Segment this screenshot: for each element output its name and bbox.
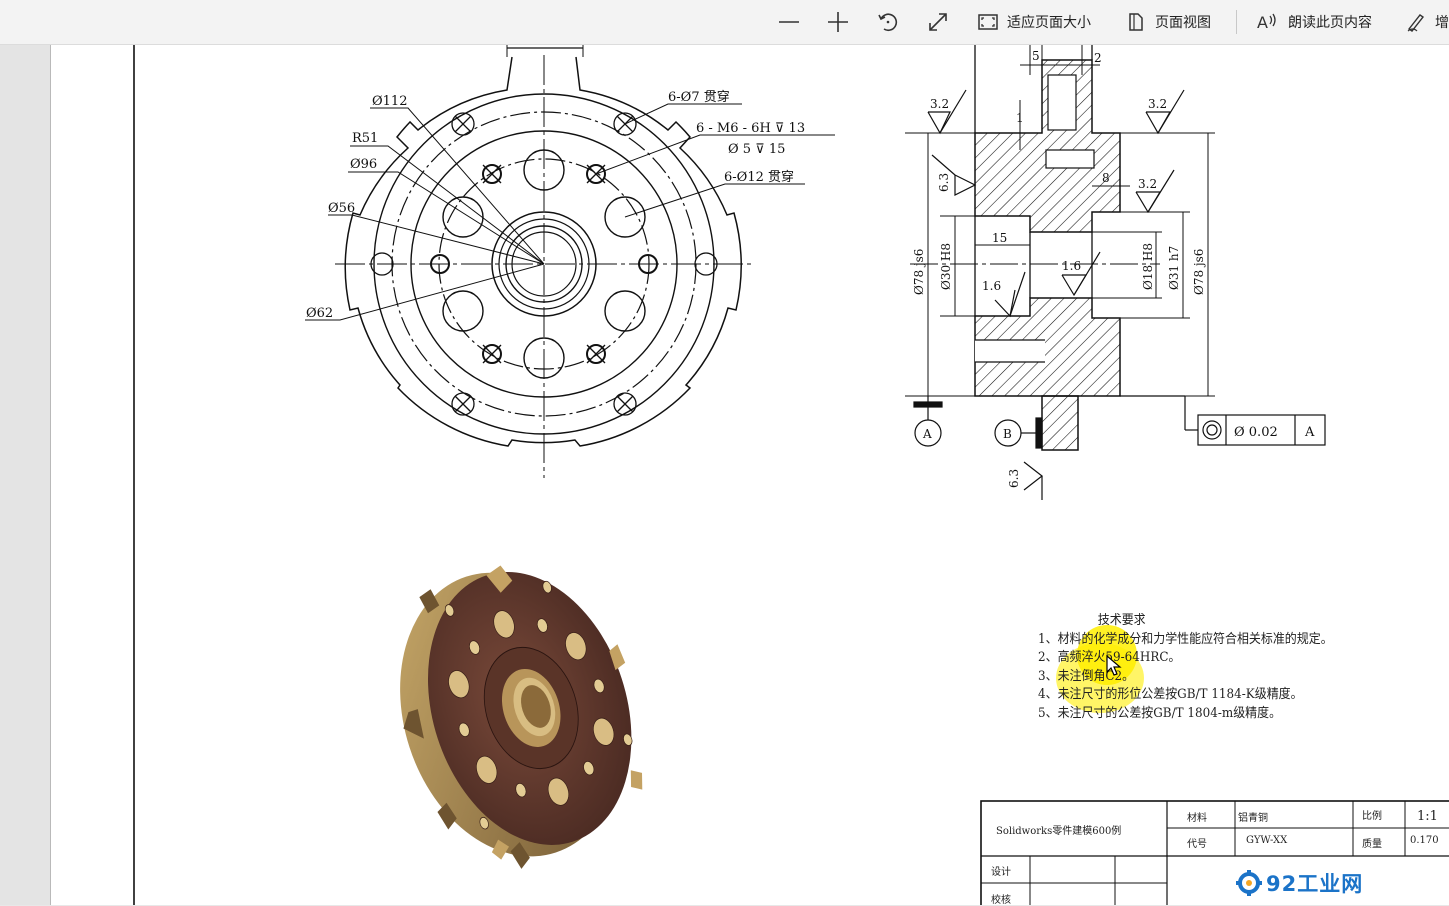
zoom-in-button[interactable] — [826, 0, 850, 44]
mass-value: 0.170 — [1410, 835, 1439, 846]
dim-r51: R51 — [352, 131, 378, 146]
code-value: GYW-XX — [1246, 835, 1288, 846]
expand-icon — [929, 13, 947, 31]
code-label: 代号 — [1187, 839, 1207, 850]
dim-56: Ø56 — [328, 201, 355, 216]
rotate-button[interactable] — [876, 0, 900, 44]
annotate-button[interactable]: 增 — [1405, 0, 1449, 44]
scale-value: 1:1 — [1417, 809, 1438, 824]
page-view-button[interactable]: 页面视图 — [1125, 0, 1211, 44]
material-label: 材料 — [1187, 813, 1207, 824]
fit-page-icon — [978, 14, 998, 30]
tech-requirements: 技术要求 1、材料的化学成分和力学性能应符合相关标准的规定。 2、高频淬火59-… — [1038, 612, 1333, 724]
viewer-toolbar: 适应页面大小 页面视图 A 朗读此页内容 增 — [0, 0, 1449, 45]
note-holes-7: 6-Ø7 贯穿 — [668, 89, 730, 105]
dim-phi78-right: Ø78 js6 — [1192, 249, 1206, 295]
viewer-left-gutter — [0, 45, 51, 905]
read-aloud-label: 朗读此页内容 — [1288, 15, 1372, 31]
material-value: 铝青铜 — [1238, 813, 1268, 824]
note-holes-12: 6-Ø12 贯穿 — [724, 169, 794, 185]
read-aloud-icon: A — [1257, 13, 1276, 32]
dim-top-left: 5 — [1032, 49, 1040, 63]
toolbar-divider — [1236, 10, 1237, 34]
dim-outer: Ø112 — [372, 94, 407, 109]
roughness-mid: 3.2 — [1138, 177, 1157, 191]
dim-phi78-left: Ø78 js6 — [912, 249, 926, 295]
part-3d-render — [400, 565, 643, 869]
pdf-page: Ø112 R51 Ø96 Ø56 Ø62 6-Ø7 贯穿 6 - M6 - 6H… — [51, 45, 1449, 906]
front-view — [305, 45, 835, 478]
pen-icon — [1407, 14, 1425, 32]
plus-icon — [828, 12, 848, 32]
tolerance-value: Ø 0.02 — [1234, 425, 1278, 440]
tech-item-1: 1、材料的化学成分和力学性能应符合相关标准的规定。 — [1038, 631, 1333, 647]
fit-page-button[interactable]: 适应页面大小 — [977, 0, 1091, 44]
dim-phi31: Ø31 h7 — [1167, 246, 1181, 290]
read-aloud-button[interactable]: A 朗读此页内容 — [1256, 0, 1372, 44]
tech-item-3: 3、未注倒角C2。 — [1038, 668, 1135, 684]
roughness-16-left: 1.6 — [982, 279, 1001, 293]
roughness-left: 3.2 — [930, 97, 949, 111]
dim-8: 8 — [1102, 171, 1110, 185]
roughness-63: 6.3 — [937, 173, 951, 192]
tolerance-datum: A — [1304, 425, 1315, 440]
fullscreen-button[interactable] — [926, 0, 950, 44]
datum-b: B — [1003, 427, 1012, 441]
roughness-63-bottom: 6.3 — [1007, 469, 1021, 488]
dim-15: 15 — [992, 231, 1007, 245]
check-label: 校核 — [991, 895, 1011, 906]
tech-item-2: 2、高频淬火59-64HRC。 — [1038, 649, 1333, 668]
dim-phi18: Ø18 H8 — [1141, 243, 1155, 290]
gear-logo-icon — [1236, 870, 1262, 896]
tech-item-5: 5、未注尺寸的公差按GB/T 1804-m级精度。 — [1038, 705, 1282, 721]
dim-top-right: 2 — [1094, 51, 1102, 65]
title-block-name: Solidworks零件建模600例 — [996, 826, 1122, 837]
tech-item-4: 4、未注尺寸的形位公差按GB/T 1184-K级精度。 — [1038, 687, 1303, 703]
tech-requirements-title: 技术要求 — [1097, 613, 1146, 628]
logo-text: 92工业网 — [1266, 872, 1364, 896]
note-thread-2: Ø 5 ⊽ 15 — [728, 142, 785, 157]
engineering-drawing: Ø112 R51 Ø96 Ø56 Ø62 6-Ø7 贯穿 6 - M6 - 6H… — [133, 45, 1449, 905]
svg-text:A: A — [1257, 13, 1268, 32]
minus-icon — [779, 21, 799, 23]
mass-label: 质量 — [1362, 839, 1382, 850]
mouse-cursor-icon — [1106, 655, 1122, 676]
dim-96: Ø96 — [350, 157, 377, 172]
note-thread-1: 6 - M6 - 6H ⊽ 13 — [696, 121, 805, 136]
datum-a: A — [922, 427, 932, 441]
dim-phi30: Ø30 H8 — [939, 243, 953, 290]
front-view-labels: Ø112 R51 Ø96 Ø56 Ø62 6-Ø7 贯穿 6 - M6 - 6H… — [306, 89, 805, 321]
zoom-out-button[interactable] — [777, 0, 801, 44]
site-logo: 92工业网 — [1236, 868, 1363, 898]
dim-1: 1 — [1016, 111, 1024, 125]
roughness-right: 3.2 — [1148, 97, 1167, 111]
design-label: 设计 — [991, 867, 1011, 878]
rotate-icon — [878, 13, 898, 32]
scale-label: 比例 — [1362, 811, 1382, 822]
dim-62: Ø62 — [306, 306, 333, 321]
annotate-label: 增 — [1435, 15, 1449, 31]
roughness-16-mid: 1.6 — [1062, 259, 1081, 273]
fit-page-label: 适应页面大小 — [1007, 15, 1091, 31]
page-view-icon — [1129, 13, 1143, 31]
page-view-label: 页面视图 — [1155, 15, 1211, 31]
